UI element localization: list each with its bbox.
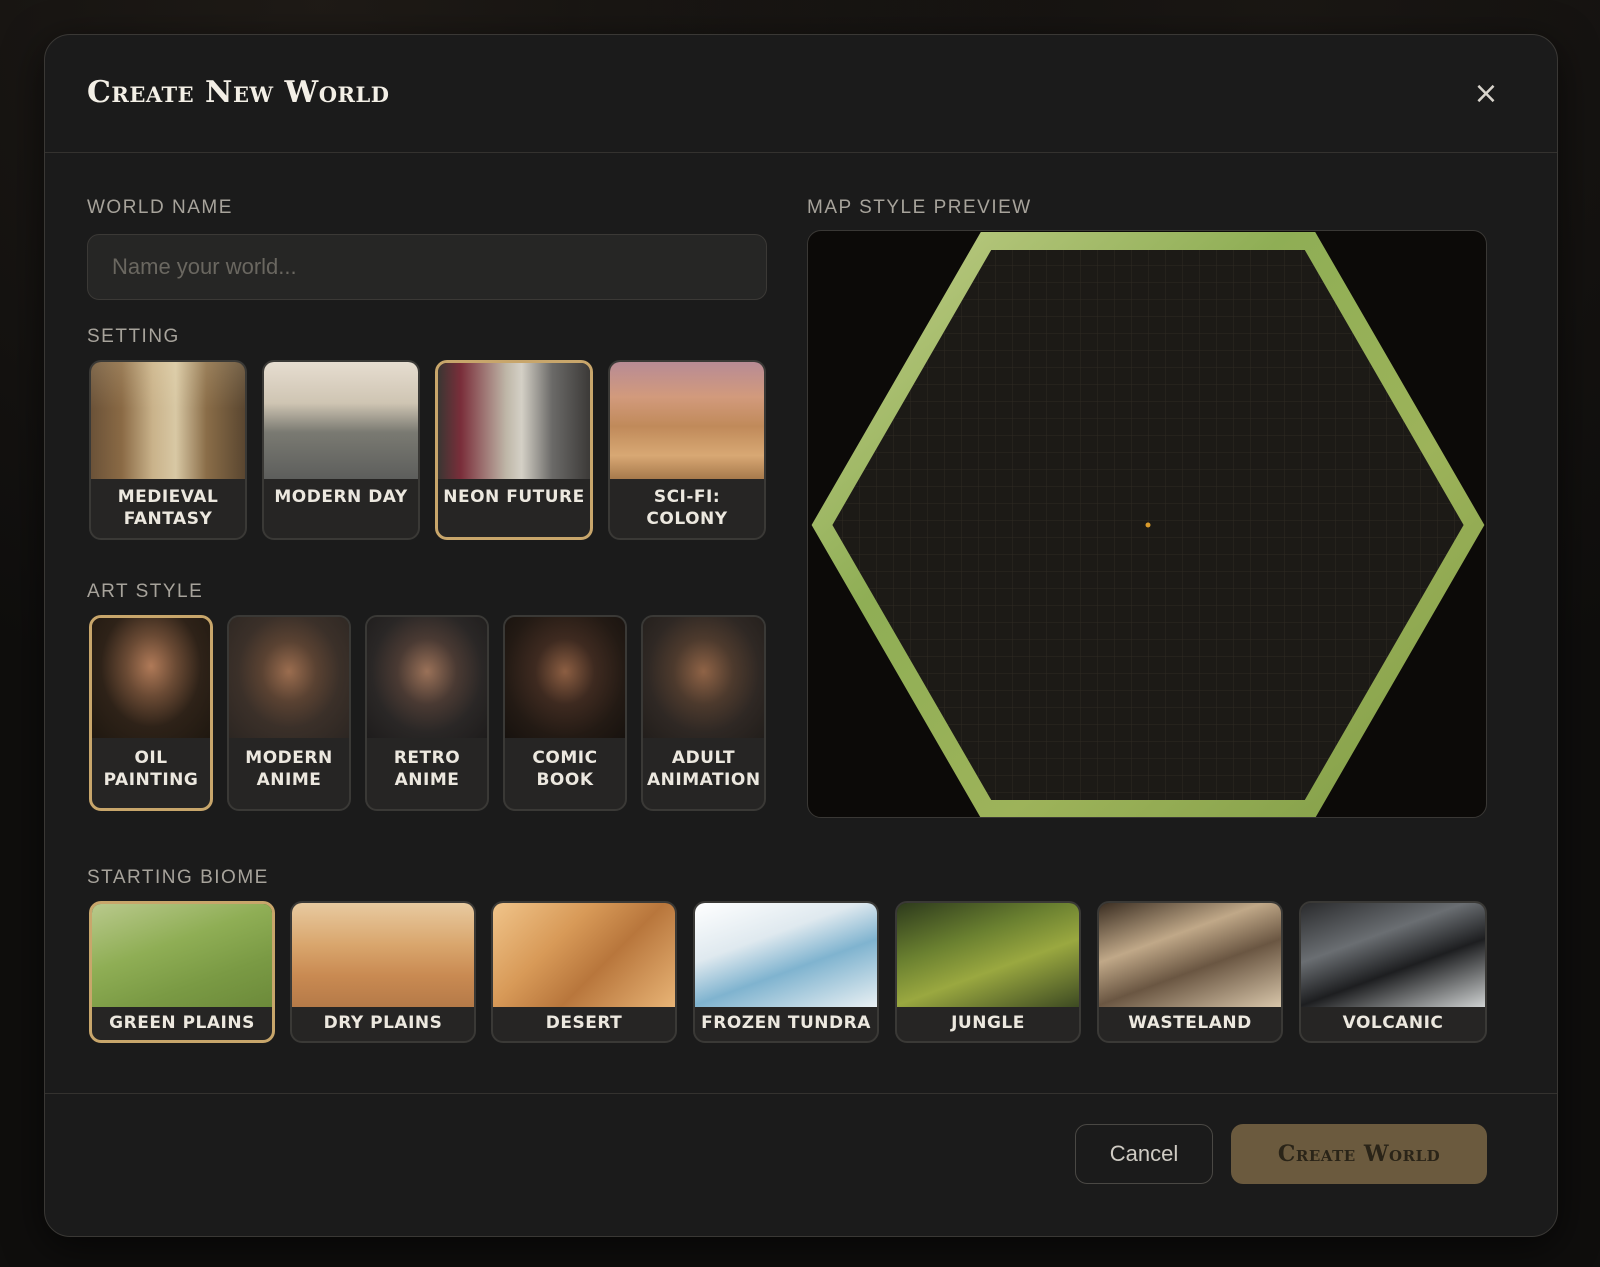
create-world-dialog: Create New World × World Name Setting Me… xyxy=(44,34,1558,1237)
close-icon[interactable]: × xyxy=(1471,79,1501,109)
art-style-option-oil-painting[interactable]: Oil Painting xyxy=(89,615,213,811)
biome-option-label: Volcanic xyxy=(1342,1013,1444,1033)
biome-option-label: Jungle xyxy=(951,1013,1025,1033)
art-style-label: Art Style xyxy=(87,581,204,602)
setting-option-label: Sci-Fi: Colony xyxy=(646,487,728,529)
art-style-thumbnail xyxy=(92,618,210,738)
setting-thumbnail xyxy=(264,362,418,479)
art-style-thumbnail xyxy=(505,617,625,738)
dialog-title: Create New World xyxy=(87,75,390,110)
dialog-header: Create New World × xyxy=(45,35,1557,153)
biome-option-green-plains[interactable]: Green Plains xyxy=(89,901,275,1043)
art-style-option-label: Adult Animation xyxy=(647,748,761,790)
biome-thumbnail xyxy=(1099,903,1281,1007)
map-style-preview xyxy=(807,230,1487,818)
art-style-option-retro-anime[interactable]: Retro Anime xyxy=(365,615,489,811)
center-marker xyxy=(1145,522,1151,528)
cancel-button[interactable]: Cancel xyxy=(1075,1124,1213,1184)
setting-option-label: Modern Day xyxy=(274,487,408,507)
biome-thumbnail xyxy=(897,903,1079,1007)
world-name-input[interactable] xyxy=(87,234,767,300)
biome-thumbnail xyxy=(695,903,877,1007)
starting-biome-label: Starting Biome xyxy=(87,867,269,888)
map-preview-label: Map Style Preview xyxy=(807,197,1032,218)
biome-option-desert[interactable]: Desert xyxy=(491,901,677,1043)
art-style-option-label: Modern Anime xyxy=(245,748,333,790)
setting-thumbnail xyxy=(438,363,590,479)
biome-thumbnail xyxy=(92,904,272,1007)
art-style-thumbnail xyxy=(229,617,349,738)
art-style-option-modern-anime[interactable]: Modern Anime xyxy=(227,615,351,811)
biome-option-volcanic[interactable]: Volcanic xyxy=(1299,901,1487,1043)
biome-option-label: Wasteland xyxy=(1128,1013,1252,1033)
biome-thumbnail xyxy=(1301,903,1485,1007)
art-style-option-label: Oil Painting xyxy=(103,748,199,790)
setting-option-neon-future[interactable]: Neon Future xyxy=(435,360,593,540)
biome-option-frozen-tundra[interactable]: Frozen Tundra xyxy=(693,901,879,1043)
biome-option-jungle[interactable]: Jungle xyxy=(895,901,1081,1043)
biome-option-wasteland[interactable]: Wasteland xyxy=(1097,901,1283,1043)
create-world-button[interactable]: Create World xyxy=(1231,1124,1487,1184)
art-style-option-adult-animation[interactable]: Adult Animation xyxy=(641,615,766,811)
art-style-thumbnail xyxy=(367,617,487,738)
biome-option-label: Dry Plains xyxy=(323,1013,443,1033)
biome-option-label: Green Plains xyxy=(109,1013,255,1033)
setting-option-label: Medieval Fantasy xyxy=(117,487,219,529)
biome-option-dry-plains[interactable]: Dry Plains xyxy=(290,901,476,1043)
art-style-thumbnail xyxy=(643,617,764,738)
biome-thumbnail xyxy=(292,903,474,1007)
setting-option-medieval-fantasy[interactable]: Medieval Fantasy xyxy=(89,360,247,540)
biome-option-label: Desert xyxy=(545,1013,623,1033)
setting-option-sci-fi-colony[interactable]: Sci-Fi: Colony xyxy=(608,360,766,540)
art-style-option-label: Retro Anime xyxy=(393,748,461,790)
art-style-option-comic-book[interactable]: Comic Book xyxy=(503,615,627,811)
setting-option-modern-day[interactable]: Modern Day xyxy=(262,360,420,540)
art-style-option-label: Comic Book xyxy=(532,748,598,790)
setting-thumbnail xyxy=(610,362,764,479)
setting-option-label: Neon Future xyxy=(443,487,585,507)
hex-map-graphic xyxy=(811,232,1485,817)
setting-label: Setting xyxy=(87,326,180,347)
world-name-label: World Name xyxy=(87,197,233,218)
biome-option-label: Frozen Tundra xyxy=(701,1013,871,1033)
biome-thumbnail xyxy=(493,903,675,1007)
setting-thumbnail xyxy=(91,362,245,479)
